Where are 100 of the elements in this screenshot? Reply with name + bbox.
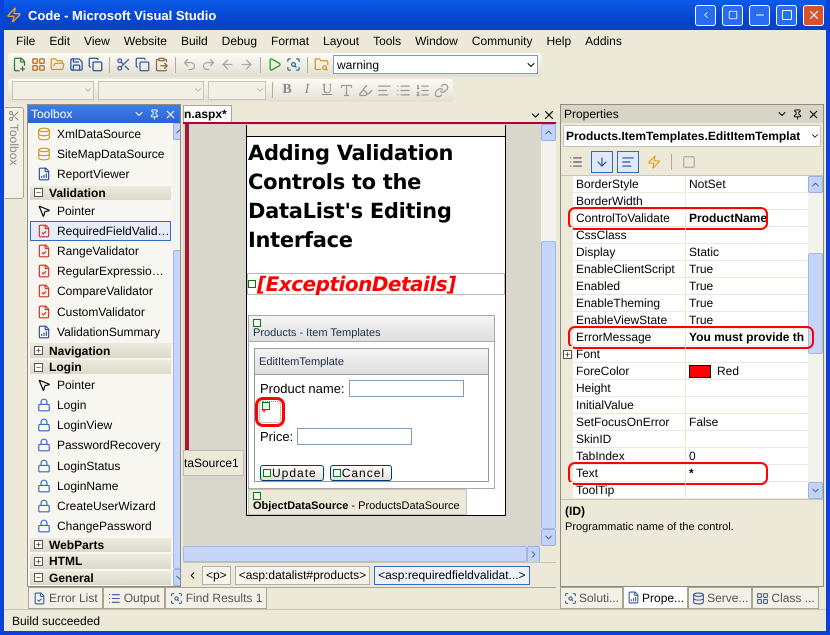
breadcrumb[interactable]: <p> bbox=[202, 566, 231, 585]
panel-tab[interactable]: Soluti... bbox=[560, 587, 624, 610]
property-row[interactable]: Enabled True bbox=[561, 278, 808, 296]
toolbox-group[interactable]: HTML bbox=[30, 554, 170, 569]
copy-icon[interactable] bbox=[135, 57, 150, 72]
menu-item[interactable]: Addins bbox=[579, 34, 630, 48]
toolbox-group[interactable]: General bbox=[30, 570, 170, 586]
menu-item[interactable]: View bbox=[78, 34, 118, 48]
property-row[interactable]: TabIndex 0 bbox=[561, 448, 808, 466]
toolbox-item[interactable]: LoginName bbox=[30, 476, 170, 496]
property-row[interactable]: EnableTheming True bbox=[561, 295, 808, 312]
menu-item[interactable]: Community bbox=[466, 34, 540, 48]
save-icon[interactable] bbox=[69, 57, 84, 72]
property-row[interactable]: CssClass bbox=[561, 227, 808, 244]
property-row[interactable]: Height bbox=[561, 380, 808, 398]
menu-item[interactable]: Help bbox=[540, 34, 580, 48]
find-combo[interactable]: warning bbox=[333, 55, 538, 74]
grid-icon[interactable] bbox=[31, 57, 46, 72]
menu-item[interactable]: Tools bbox=[367, 34, 410, 48]
expand-icon[interactable] bbox=[34, 346, 43, 356]
alphabetical-icon[interactable] bbox=[591, 151, 613, 174]
collapse-icon[interactable] bbox=[34, 362, 43, 372]
toolbox-item[interactable]: RangeValidator bbox=[30, 242, 170, 261]
restore-button[interactable] bbox=[695, 4, 716, 26]
panel-tab[interactable]: Output bbox=[102, 588, 165, 610]
property-row[interactable]: EnableClientScript True bbox=[561, 261, 808, 278]
toolbox-item[interactable]: RegularExpressio… bbox=[30, 262, 170, 281]
panel-tab[interactable]: Serve... bbox=[688, 587, 752, 610]
template-button[interactable]: Update bbox=[260, 465, 324, 482]
menu-item[interactable]: File bbox=[10, 34, 44, 48]
toolbox-item[interactable]: CustomValidator bbox=[30, 302, 170, 322]
search-icon[interactable] bbox=[286, 57, 301, 72]
breadcrumb[interactable]: <asp:requiredfieldvalidat...> bbox=[374, 566, 530, 585]
toolbox-item[interactable]: ValidationSummary bbox=[30, 322, 170, 342]
object-combo[interactable]: Products.ItemTemplates.EditItemTemplat bbox=[563, 125, 821, 148]
cut-icon[interactable] bbox=[116, 57, 131, 72]
toolbox-item[interactable]: LoginStatus bbox=[30, 456, 170, 476]
collapse-icon[interactable] bbox=[34, 573, 43, 582]
property-row[interactable]: EnableViewState True bbox=[561, 312, 808, 330]
toolbox-item[interactable]: Login bbox=[30, 396, 170, 415]
properties-icon[interactable] bbox=[617, 151, 639, 174]
link-icon[interactable] bbox=[434, 82, 449, 98]
toolbox-item[interactable]: CompareValidator bbox=[30, 282, 170, 302]
pin-icon[interactable] bbox=[792, 108, 803, 120]
property-row[interactable]: Font bbox=[561, 346, 808, 364]
property-row[interactable]: ForeColor Red bbox=[561, 363, 808, 380]
expand-icon[interactable] bbox=[562, 350, 572, 360]
toolbox-group[interactable]: WebParts bbox=[30, 538, 170, 552]
property-row[interactable]: BorderStyle NotSet bbox=[561, 176, 808, 194]
bullet-list-icon[interactable] bbox=[396, 82, 411, 98]
toolbox-item[interactable]: XmlDataSource bbox=[30, 124, 170, 144]
panel-tab[interactable]: Find Results 1 bbox=[164, 588, 268, 610]
menu-item[interactable]: Layout bbox=[317, 34, 368, 48]
menu-item[interactable]: Format bbox=[265, 34, 318, 48]
expand-icon[interactable] bbox=[34, 556, 43, 566]
document-tab[interactable]: n.aspx* bbox=[183, 105, 232, 122]
template-button[interactable]: Cancel bbox=[330, 465, 392, 482]
toolbox-item[interactable]: Pointer bbox=[30, 375, 170, 395]
close-button[interactable] bbox=[803, 4, 824, 26]
paste-icon[interactable] bbox=[154, 57, 169, 72]
input-field[interactable] bbox=[297, 428, 412, 446]
highlighter-icon[interactable] bbox=[358, 82, 373, 98]
property-row[interactable]: BorderWidth bbox=[561, 193, 808, 210]
expand-icon[interactable] bbox=[34, 540, 43, 550]
menu-item[interactable]: Build bbox=[174, 34, 216, 48]
toolbox-group[interactable]: Login bbox=[30, 360, 170, 374]
property-row[interactable]: InitialValue bbox=[561, 397, 808, 414]
input-field[interactable] bbox=[348, 380, 464, 398]
minimize-button[interactable] bbox=[749, 4, 770, 26]
property-row[interactable]: SetFocusOnError False bbox=[561, 414, 808, 432]
toolbox-item[interactable]: SiteMapDataSource bbox=[30, 144, 170, 164]
panel-tab[interactable]: Class ... bbox=[752, 587, 819, 610]
toolbox-item[interactable]: LoginView bbox=[30, 416, 170, 435]
breadcrumb[interactable]: <asp:datalist#products> bbox=[234, 566, 370, 585]
toolbox-group[interactable]: Navigation bbox=[30, 343, 170, 358]
numbered-list-icon[interactable] bbox=[415, 82, 430, 98]
close-icon[interactable] bbox=[807, 108, 820, 121]
new-file-icon[interactable] bbox=[12, 57, 27, 72]
font-color-icon[interactable] bbox=[339, 82, 354, 98]
property-row[interactable]: Display Static bbox=[561, 244, 808, 262]
maximize-button[interactable] bbox=[776, 4, 797, 26]
toolbox-item[interactable]: ReportViewer bbox=[30, 164, 170, 184]
align-left-icon[interactable] bbox=[377, 82, 392, 98]
save-all-icon[interactable] bbox=[88, 57, 103, 72]
toolbox-item[interactable]: PasswordRecovery bbox=[30, 436, 170, 456]
menu-item[interactable]: Edit bbox=[43, 34, 78, 48]
menu-item[interactable]: Window bbox=[409, 34, 466, 48]
property-row[interactable]: ControlToValidate ProductName bbox=[561, 210, 808, 228]
panel-tab[interactable]: Prope... bbox=[623, 587, 688, 610]
toolbox-item[interactable]: ChangePassword bbox=[30, 516, 170, 536]
toolbox-item[interactable]: RequiredFieldValid… bbox=[30, 221, 170, 241]
play-icon[interactable] bbox=[267, 57, 282, 72]
toolbox-item[interactable]: CreateUserWizard bbox=[30, 496, 170, 516]
menu-item[interactable]: Debug bbox=[216, 34, 266, 48]
mode-button[interactable] bbox=[722, 4, 743, 26]
toolbox-group[interactable]: Validation bbox=[30, 186, 170, 200]
menu-item[interactable]: Website bbox=[118, 34, 175, 48]
toolbox-item[interactable]: Pointer bbox=[30, 201, 170, 220]
panel-tab[interactable]: Error List bbox=[28, 588, 103, 610]
property-row[interactable]: SkinID bbox=[561, 431, 808, 448]
